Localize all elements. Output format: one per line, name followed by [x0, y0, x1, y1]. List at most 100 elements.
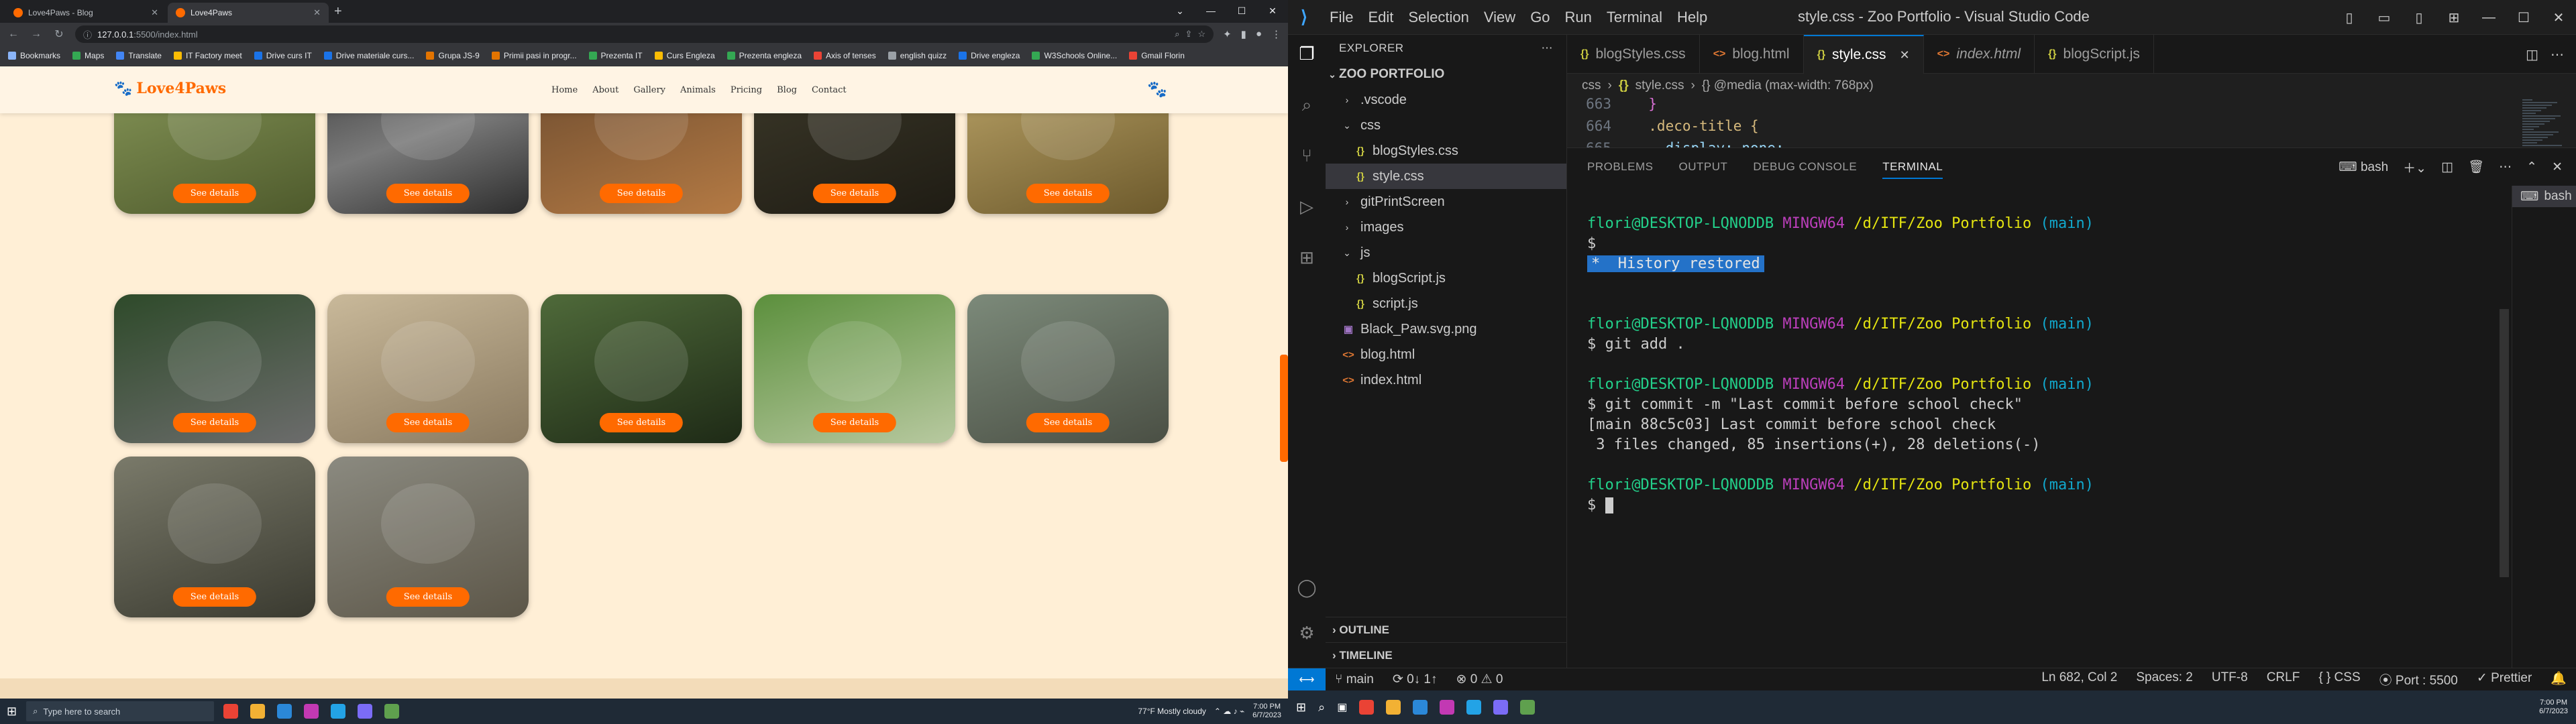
vscode-taskbar-icon[interactable] [331, 704, 346, 719]
tree-item-black-paw-svg-png[interactable]: ▣ Black_Paw.svg.png [1326, 316, 1566, 342]
breadcrumb-symbol[interactable]: {} @media (max-width: 768px) [1702, 78, 1874, 93]
menu-terminal[interactable]: Terminal [1607, 9, 1662, 26]
new-tab-icon[interactable]: + [334, 4, 342, 19]
see-details-button[interactable]: See details [172, 184, 257, 203]
edge-icon[interactable] [277, 704, 292, 719]
remote-icon[interactable]: ⟷ [1288, 668, 1326, 691]
menu-selection[interactable]: Selection [1408, 9, 1469, 26]
indentation[interactable]: Spaces: 2 [2127, 670, 2202, 688]
bookmark-item[interactable]: IT Factory meet [173, 51, 242, 60]
search-icon[interactable]: ⌕ [1296, 94, 1318, 115]
tree-item-blogscript-js[interactable]: {} blogScript.js [1326, 265, 1566, 291]
info-icon[interactable]: ⓘ [83, 28, 92, 41]
nav-home[interactable]: Home [551, 85, 578, 95]
extensions-icon[interactable]: ✦ [1223, 28, 1232, 40]
panel-tab-terminal[interactable]: TERMINAL [1882, 160, 1943, 179]
sidepanel-icon[interactable]: ▮ [1241, 28, 1246, 40]
bookmark-item[interactable]: Drive materiale curs... [323, 51, 414, 60]
nav-blog[interactable]: Blog [777, 85, 797, 95]
tree-item-blog-html[interactable]: <> blog.html [1326, 342, 1566, 367]
tree-item-index-html[interactable]: <> index.html [1326, 367, 1566, 393]
explorer-icon[interactable]: ❐ [1296, 43, 1318, 64]
bookmark-item[interactable]: Axis of tenses [814, 51, 876, 60]
split-terminal-icon[interactable]: ◫ [2441, 160, 2453, 175]
menu-go[interactable]: Go [1530, 9, 1550, 26]
live-server-port[interactable]: ⦿ Port : 5500 [2370, 670, 2467, 688]
browser-tab-home[interactable]: Love4Paws ✕ [168, 3, 329, 23]
vscode-taskbar-icon[interactable] [1466, 700, 1482, 715]
app-icon[interactable] [1440, 700, 1455, 715]
black-paw-icon[interactable]: 🐾 [1147, 80, 1167, 99]
code-editor[interactable]: 663 }664 .deco-title {665 display: none;… [1567, 98, 2576, 147]
menu-edit[interactable]: Edit [1368, 9, 1393, 26]
windows-start-icon[interactable]: ⊞ [7, 705, 17, 719]
panel-tab-output[interactable]: OUTPUT [1678, 160, 1727, 174]
bookmark-item[interactable]: english quizz [888, 51, 947, 60]
bookmark-item[interactable]: Translate [116, 51, 162, 60]
tree-item--vscode[interactable]: › .vscode [1326, 87, 1566, 113]
panel-tab-problems[interactable]: PROBLEMS [1587, 160, 1653, 174]
run-debug-icon[interactable]: ▷ [1296, 196, 1318, 217]
see-details-button[interactable]: See details [172, 413, 257, 432]
terminal-profile[interactable]: ⌨ bash [2339, 160, 2388, 175]
bookmark-item[interactable]: Gmail Florin [1129, 51, 1185, 60]
page-scrollbar[interactable] [1280, 355, 1288, 462]
project-root[interactable]: ⌄ ZOO PORTFOLIO [1326, 62, 1566, 87]
omnibox[interactable]: ⓘ 127.0.0.1:5500/index.html ⌕ ⇪ ☆ [75, 25, 1214, 43]
bookmark-item[interactable]: Drive engleza [959, 51, 1020, 60]
chrome-icon[interactable] [1359, 700, 1375, 715]
account-icon[interactable]: ◯ [1296, 577, 1318, 598]
tree-item-style-css[interactable]: {} style.css [1326, 164, 1566, 189]
forward-icon[interactable]: → [30, 28, 43, 40]
see-details-button[interactable]: See details [172, 587, 257, 607]
notifications-icon[interactable]: 🔔 [2541, 670, 2576, 688]
search-icon[interactable]: ⌕ [1318, 701, 1325, 715]
bookmark-item[interactable]: Primii pasi in progr... [491, 51, 577, 60]
site-logo[interactable]: 🐾 Love4Paws [114, 80, 226, 97]
reload-icon[interactable]: ↻ [52, 27, 66, 41]
tree-item-gitprintscreen[interactable]: › gitPrintScreen [1326, 189, 1566, 215]
tab-blogscript-js[interactable]: {} blogScript.js [2035, 35, 2154, 74]
tree-item-css[interactable]: ⌄ css [1326, 113, 1566, 138]
encoding[interactable]: UTF-8 [2202, 670, 2257, 688]
breadcrumb-file[interactable]: style.css [1635, 78, 1684, 93]
tree-item-images[interactable]: › images [1326, 215, 1566, 240]
nav-gallery[interactable]: Gallery [633, 85, 665, 95]
menu-help[interactable]: Help [1677, 9, 1707, 26]
menu-icon[interactable]: ⋮ [1271, 28, 1281, 40]
terminal-instance[interactable]: ⌨ bash [2512, 186, 2576, 207]
nav-about[interactable]: About [592, 85, 619, 95]
minimize-icon[interactable]: — [2471, 10, 2506, 25]
see-details-button[interactable]: See details [1026, 184, 1110, 203]
nav-animals[interactable]: Animals [680, 85, 716, 95]
minimap[interactable] [2522, 98, 2563, 147]
clock[interactable]: 7:00 PM 6/7/2023 [2539, 699, 2568, 716]
bookmark-item[interactable]: Bookmarks [8, 51, 60, 60]
taskbar-search[interactable]: ⌕ Type here to search [26, 701, 215, 721]
weather-text[interactable]: 77°F Mostly cloudy [1138, 707, 1206, 716]
split-editor-icon[interactable]: ◫ [2526, 46, 2538, 63]
prettier-status[interactable]: ✓ Prettier [2467, 670, 2541, 688]
bookmark-item[interactable]: Grupa JS-9 [426, 51, 480, 60]
edge-icon[interactable] [1413, 700, 1428, 715]
extensions-icon[interactable]: ⊞ [1296, 247, 1318, 268]
sync-status[interactable]: ⟳ 0↓ 1↑ [1383, 672, 1447, 687]
source-control-icon[interactable]: ⑂ [1296, 145, 1318, 166]
problems-status[interactable]: ⊗ 0 ⚠ 0 [1447, 672, 1513, 687]
node-icon[interactable] [1520, 700, 1536, 715]
settings-gear-icon[interactable]: ⚙ [1296, 622, 1318, 644]
tree-item-blogstyles-css[interactable]: {} blogStyles.css [1326, 138, 1566, 164]
bookmark-item[interactable]: Maps [72, 51, 104, 60]
close-icon[interactable]: ✕ [151, 7, 158, 18]
nav-contact[interactable]: Contact [812, 85, 847, 95]
nav-pricing[interactable]: Pricing [731, 85, 762, 95]
bookmark-item[interactable]: Curs Engleza [654, 51, 715, 60]
language-mode[interactable]: { } CSS [2309, 670, 2369, 688]
profile-icon[interactable]: ● [1256, 28, 1262, 40]
toggle-secondary-icon[interactable]: ▯ [2402, 9, 2436, 26]
bookmark-item[interactable]: W3Schools Online... [1032, 51, 1117, 60]
breadcrumb-css[interactable]: css [1582, 78, 1601, 93]
see-details-button[interactable]: See details [599, 413, 684, 432]
task-view-icon[interactable]: ▣ [1337, 701, 1347, 714]
share-icon[interactable]: ⇪ [1185, 29, 1193, 40]
